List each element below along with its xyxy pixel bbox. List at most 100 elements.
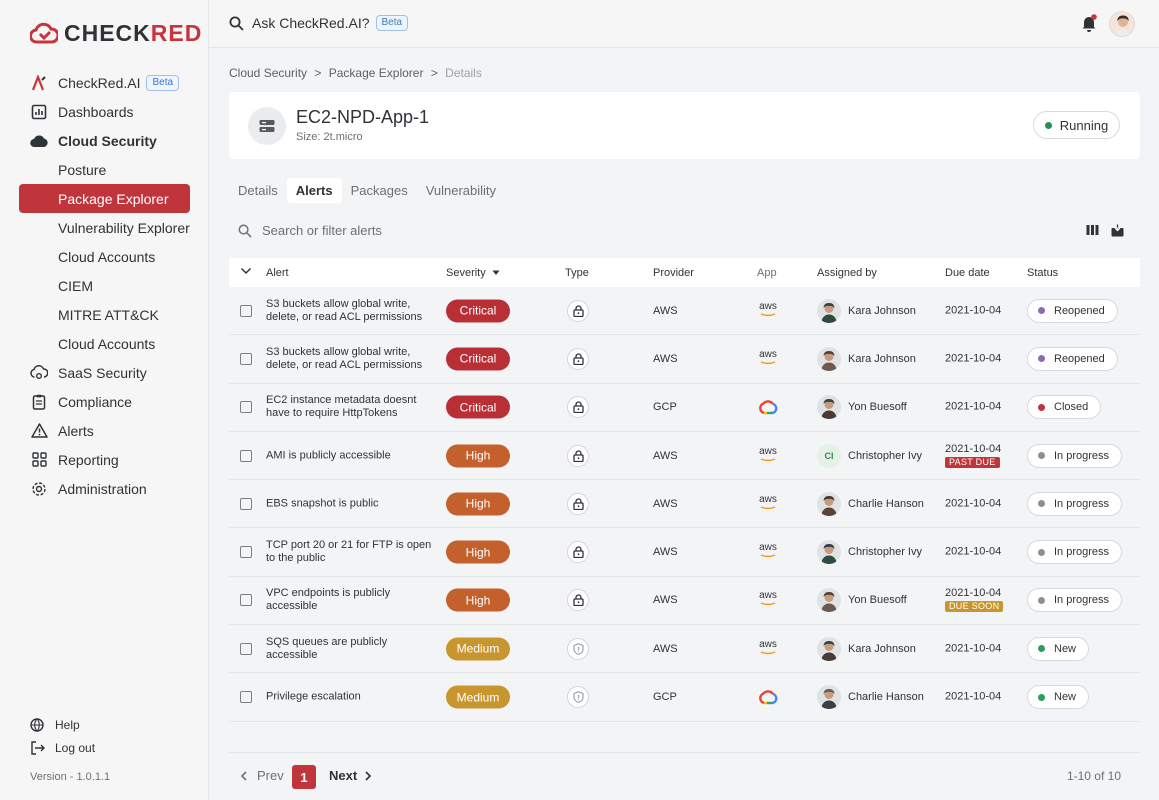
beta-badge: Beta bbox=[146, 74, 180, 91]
header-severity[interactable]: Severity bbox=[446, 267, 501, 279]
sidebar-item-label: Reporting bbox=[58, 451, 119, 468]
tab-details[interactable]: Details bbox=[229, 178, 287, 203]
sidebar-item-compliance[interactable]: Compliance bbox=[0, 387, 209, 416]
sidebar-item-cloud-security[interactable]: Cloud Security bbox=[0, 126, 209, 155]
status-chip[interactable]: Reopened bbox=[1027, 298, 1118, 323]
header-status[interactable]: Status bbox=[1027, 267, 1058, 279]
sidebar-item-alerts[interactable]: Alerts bbox=[0, 416, 209, 445]
table-row[interactable]: TCP port 20 or 21 for FTP is open to the… bbox=[229, 528, 1140, 577]
tab-vulnerability[interactable]: Vulnerability bbox=[417, 178, 505, 203]
sidebar-item-posture[interactable]: Posture bbox=[0, 155, 209, 184]
assignee-avatar bbox=[817, 636, 841, 661]
ask-ai-button[interactable]: Ask CheckRed.AI? Beta bbox=[229, 15, 409, 31]
alert-title[interactable]: TCP port 20 or 21 for FTP is open to the… bbox=[266, 539, 436, 565]
checkred-logo[interactable]: CHECKRED bbox=[30, 20, 202, 47]
sidebar-item-label: Cloud Accounts bbox=[58, 335, 156, 352]
status-label: Reopened bbox=[1054, 304, 1105, 317]
row-checkbox[interactable] bbox=[240, 642, 252, 655]
table-row[interactable]: Privilege escalation Medium GCP Charlie Han… bbox=[229, 673, 1140, 722]
row-checkbox[interactable] bbox=[240, 497, 252, 510]
status-chip[interactable]: In progress bbox=[1027, 540, 1123, 565]
header-due[interactable]: Due date bbox=[945, 267, 990, 279]
alert-title[interactable]: VPC endpoints is publicly accessible bbox=[266, 587, 436, 613]
sidebar-item-dashboards[interactable]: Dashboards bbox=[0, 97, 209, 126]
status-chip[interactable]: New bbox=[1027, 636, 1090, 661]
table-row[interactable]: S3 buckets allow global write, delete, o… bbox=[229, 287, 1140, 336]
sidebar-item-label: Package Explorer bbox=[58, 190, 169, 207]
table-row[interactable]: AMI is publicly accessible High AWS aws CI Ch… bbox=[229, 432, 1140, 481]
columns-icon[interactable] bbox=[1086, 224, 1099, 240]
search-input[interactable]: Search or filter alerts bbox=[238, 223, 382, 238]
sidebar-item-package-explorer[interactable]: Package Explorer bbox=[19, 184, 190, 213]
breadcrumb-package-explorer[interactable]: Package Explorer bbox=[329, 66, 424, 80]
tab-packages[interactable]: Packages bbox=[342, 178, 417, 203]
sidebar-item-saas-security[interactable]: SaaS Security bbox=[0, 358, 209, 387]
sidebar-item-cloud-accounts-2[interactable]: Cloud Accounts bbox=[0, 329, 209, 358]
table-row[interactable]: EBS snapshot is public High AWS aws Charlie … bbox=[229, 480, 1140, 529]
sidebar-item-label: Vulnerability Explorer bbox=[58, 219, 190, 236]
row-checkbox[interactable] bbox=[240, 304, 252, 317]
due-flag-badge: DUE SOON bbox=[945, 601, 1004, 613]
tab-alerts[interactable]: Alerts bbox=[286, 178, 342, 203]
alert-title[interactable]: EC2 instance metadata doesnt have to req… bbox=[266, 394, 436, 420]
status-chip[interactable]: Closed bbox=[1027, 395, 1102, 420]
lock-icon bbox=[567, 347, 589, 370]
header-provider[interactable]: Provider bbox=[653, 267, 694, 279]
header-alert[interactable]: Alert bbox=[266, 267, 289, 279]
sidebar-item-ciem[interactable]: CIEM bbox=[0, 271, 209, 300]
provider-text: GCP bbox=[653, 691, 677, 704]
sidebar-item-label: SaaS Security bbox=[58, 364, 147, 381]
header-app[interactable]: App bbox=[757, 267, 777, 279]
severity-badge: Medium bbox=[446, 637, 510, 661]
assignee-avatar bbox=[817, 491, 841, 516]
logout-label: Log out bbox=[55, 740, 96, 755]
table-row[interactable]: SQS queues are publicly accessible Medium… bbox=[229, 625, 1140, 674]
sidebar-item-cloud-accounts[interactable]: Cloud Accounts bbox=[0, 242, 209, 271]
row-checkbox[interactable] bbox=[240, 449, 252, 462]
help-link[interactable]: Help bbox=[30, 713, 95, 736]
notifications-bell-icon[interactable] bbox=[1081, 14, 1097, 35]
tab-bar: Details Alerts Packages Vulnerability bbox=[229, 178, 505, 203]
breadcrumb-cloud-security[interactable]: Cloud Security bbox=[229, 66, 307, 80]
page-1-button[interactable]: 1 bbox=[292, 765, 316, 789]
table-row[interactable]: VPC endpoints is publicly accessible High… bbox=[229, 577, 1140, 626]
topbar: Ask CheckRed.AI? Beta bbox=[209, 0, 1159, 48]
alert-title[interactable]: AMI is publicly accessible bbox=[266, 449, 436, 462]
status-chip[interactable]: New bbox=[1027, 685, 1090, 710]
row-checkbox[interactable] bbox=[240, 352, 252, 365]
gcp-logo-icon bbox=[757, 399, 779, 415]
table-row[interactable]: EC2 instance metadata doesnt have to req… bbox=[229, 384, 1140, 432]
aws-wordmark: aws bbox=[759, 542, 777, 554]
row-checkbox[interactable] bbox=[240, 401, 252, 414]
next-button[interactable]: Next bbox=[329, 768, 373, 783]
alert-title[interactable]: S3 buckets allow global write, delete, o… bbox=[266, 346, 436, 372]
status-chip[interactable]: In progress bbox=[1027, 443, 1123, 468]
sidebar-item-reporting[interactable]: Reporting bbox=[0, 445, 209, 474]
user-avatar[interactable] bbox=[1109, 11, 1135, 37]
aws-logo-icon: aws bbox=[757, 542, 779, 560]
header-assigned[interactable]: Assigned by bbox=[817, 267, 877, 279]
status-chip[interactable]: In progress bbox=[1027, 491, 1123, 516]
row-checkbox[interactable] bbox=[240, 691, 252, 704]
sidebar-item-mitre[interactable]: MITRE ATT&CK bbox=[0, 300, 209, 329]
alert-title[interactable]: Privilege escalation bbox=[266, 691, 436, 704]
aws-wordmark: aws bbox=[759, 493, 777, 505]
header-severity-label: Severity bbox=[446, 267, 486, 279]
sidebar-item-checkred-ai[interactable]: CheckRed.AI Beta bbox=[0, 68, 209, 97]
status-chip[interactable]: In progress bbox=[1027, 588, 1123, 613]
table-row[interactable]: S3 buckets allow global write, delete, o… bbox=[229, 335, 1140, 384]
status-chip[interactable]: Reopened bbox=[1027, 346, 1118, 371]
header-type[interactable]: Type bbox=[565, 267, 589, 279]
export-icon[interactable] bbox=[1111, 224, 1124, 240]
logout-link[interactable]: Log out bbox=[30, 736, 95, 759]
alert-title[interactable]: SQS queues are publicly accessible bbox=[266, 636, 436, 662]
sidebar-item-administration[interactable]: Administration bbox=[0, 474, 209, 503]
status-label: In progress bbox=[1054, 594, 1110, 607]
row-checkbox[interactable] bbox=[240, 594, 252, 607]
row-checkbox[interactable] bbox=[240, 546, 252, 559]
expand-all-chevron-icon[interactable] bbox=[240, 266, 252, 279]
alert-title[interactable]: S3 buckets allow global write, delete, o… bbox=[266, 298, 436, 324]
alert-title[interactable]: EBS snapshot is public bbox=[266, 497, 436, 510]
prev-button[interactable]: Prev bbox=[239, 768, 284, 783]
sidebar-item-vulnerability-explorer[interactable]: Vulnerability Explorer bbox=[0, 213, 209, 242]
